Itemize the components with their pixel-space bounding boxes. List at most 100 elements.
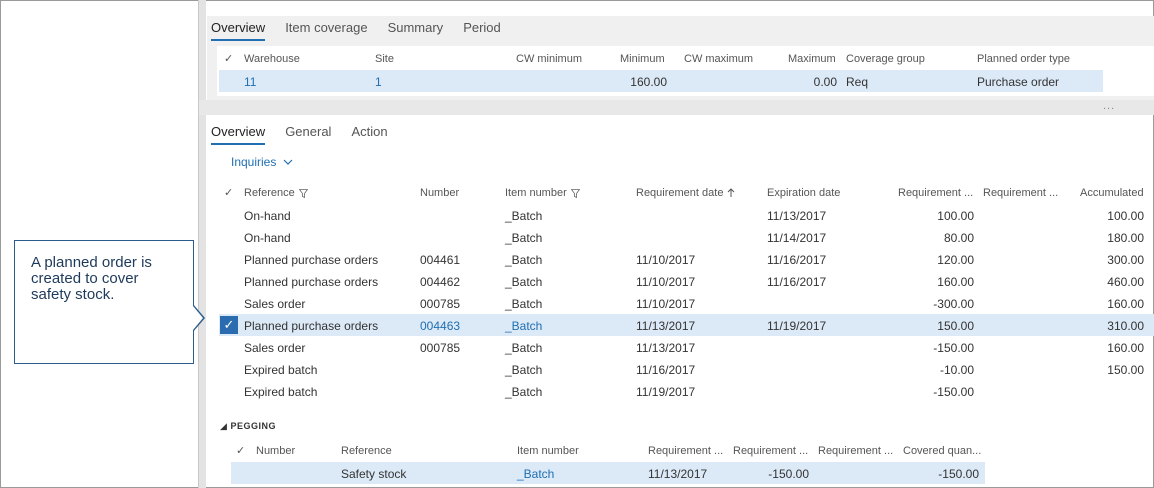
tab-item-coverage[interactable]: Item coverage (285, 20, 367, 41)
peg-col-requirement-date[interactable]: Requirement ... (648, 445, 723, 457)
filter-icon[interactable] (298, 188, 308, 198)
col-number[interactable]: Number (420, 187, 459, 199)
cell-reference: Planned purchase orders (244, 253, 379, 267)
peg-col-item-number[interactable]: Item number (517, 445, 579, 457)
cell-number: 000785 (420, 341, 461, 355)
col-coverage-group[interactable]: Coverage group (846, 53, 925, 65)
peg-requirement-date-value: 11/13/2017 (648, 467, 708, 481)
cell-requirement-date: 11/13/2017 (636, 319, 696, 333)
cell-accumulated: 150.00 (1107, 363, 1144, 377)
callout-text: A planned order is created to cover safe… (31, 254, 152, 303)
cell-reference: Sales order (244, 341, 306, 355)
cell-accumulated: 300.00 (1107, 253, 1144, 267)
col-requirement-date[interactable]: Requirement date (636, 187, 735, 199)
row-selected-check-icon[interactable]: ✓ (220, 316, 238, 334)
col-planned-order-type[interactable]: Planned order type (977, 53, 1070, 65)
cell-requirement-qty: 150.00 (937, 319, 974, 333)
cell-item-number: _Batch (505, 341, 543, 355)
filter-icon[interactable] (570, 188, 580, 198)
peg-col-number[interactable]: Number (256, 445, 295, 457)
cell-item-number: _Batch (505, 363, 543, 377)
inquiries-menu[interactable]: Inquiries (231, 155, 293, 169)
col-maximum[interactable]: Maximum (788, 53, 836, 65)
cell-expiration-date: 11/14/2017 (767, 231, 827, 245)
cell-requirement-qty: 100.00 (937, 209, 974, 223)
col-cw-minimum[interactable]: CW minimum (516, 53, 582, 65)
cell-expiration-date: 11/16/2017 (767, 275, 827, 289)
cell-item-number: _Batch (505, 253, 543, 267)
col-requirement-2[interactable]: Requirement ... (983, 187, 1058, 199)
cell-reference: On-hand (244, 231, 291, 245)
cell-requirement-qty: -300.00 (933, 297, 974, 311)
cell-requirement-date: 11/10/2017 (636, 253, 696, 267)
cell-requirement-date: 11/10/2017 (636, 275, 696, 289)
peg-reference-value: Safety stock (341, 467, 407, 481)
peg-col-requirement-3[interactable]: Requirement ... (818, 445, 893, 457)
cell-requirement-date: 11/10/2017 (636, 297, 696, 311)
cell-item-number: _Batch (505, 297, 543, 311)
col-cw-maximum[interactable]: CW maximum (684, 53, 753, 65)
select-all-check-icon[interactable]: ✓ (224, 52, 233, 65)
annotation-callout: A planned order is created to cover safe… (14, 240, 194, 364)
tab-general[interactable]: General (285, 124, 331, 145)
cell-reference: Planned purchase orders (244, 319, 379, 333)
cell-accumulated: 310.00 (1107, 319, 1144, 333)
col-requirement-qty[interactable]: Requirement ... (898, 187, 973, 199)
cell-item-number[interactable]: _Batch (505, 319, 542, 333)
cell-requirement-qty: 120.00 (937, 253, 974, 267)
cell-expiration-date: 11/16/2017 (767, 253, 827, 267)
peg-col-reference[interactable]: Reference (341, 445, 392, 457)
select-all-pegging-check-icon[interactable]: ✓ (236, 444, 245, 457)
cell-number: 000785 (420, 297, 461, 311)
cell-number: 004461 (420, 253, 461, 267)
maximum-value: 0.00 (813, 75, 837, 89)
cell-requirement-date: 11/16/2017 (636, 363, 696, 377)
col-accumulated[interactable]: Accumulated (1080, 187, 1144, 199)
col-minimum[interactable]: Minimum (620, 53, 665, 65)
cell-item-number: _Batch (505, 209, 543, 223)
select-all-transactions-check-icon[interactable]: ✓ (224, 186, 233, 199)
cell-expiration-date: 11/19/2017 (767, 319, 827, 333)
peg-col-requirement-qty[interactable]: Requirement ... (733, 445, 808, 457)
cell-expiration-date: 11/13/2017 (767, 209, 827, 223)
warehouse-value[interactable]: 11 (244, 75, 256, 89)
section-separator (199, 100, 1154, 115)
tab-summary[interactable]: Summary (388, 20, 444, 41)
planned-order-type-value: Purchase order (977, 75, 1060, 89)
tab-period[interactable]: Period (463, 20, 501, 41)
pegging-title: PEGGING (230, 421, 276, 431)
cell-requirement-qty: 80.00 (943, 231, 974, 245)
inquiries-label: Inquiries (231, 155, 277, 169)
pegging-section-header[interactable]: ◢ PEGGING (220, 421, 276, 432)
cell-item-number: _Batch (505, 231, 543, 245)
callout-pointer-fill (193, 306, 203, 330)
peg-requirement-qty-value: -150.00 (768, 467, 809, 481)
cell-reference: On-hand (244, 209, 291, 223)
peg-item-number-link[interactable]: _Batch (517, 467, 554, 481)
cell-accumulated: 100.00 (1107, 209, 1144, 223)
chevron-down-icon (283, 159, 293, 165)
cell-requirement-date: 11/13/2017 (636, 341, 696, 355)
lower-tabs: Overview General Action (211, 124, 408, 145)
col-item-number[interactable]: Item number (505, 187, 580, 199)
col-site[interactable]: Site (375, 53, 394, 65)
cell-requirement-qty: -10.00 (939, 363, 974, 377)
sort-ascending-icon[interactable] (727, 188, 735, 198)
more-options-icon[interactable]: ... (1103, 100, 1115, 112)
tab-overview[interactable]: Overview (211, 20, 266, 41)
left-gutter (199, 0, 206, 488)
cell-number[interactable]: 004463 (420, 319, 460, 333)
cell-number: 004462 (420, 275, 461, 289)
cell-reference: Expired batch (244, 363, 318, 377)
col-expiration-date[interactable]: Expiration date (767, 187, 840, 199)
tab-action[interactable]: Action (351, 124, 387, 145)
cell-item-number: _Batch (505, 275, 543, 289)
col-reference[interactable]: Reference (244, 187, 308, 199)
collapse-triangle-icon[interactable]: ◢ (220, 421, 227, 431)
tab-overview-lower[interactable]: Overview (211, 124, 266, 145)
site-value[interactable]: 1 (375, 75, 382, 89)
cell-accumulated: 460.00 (1107, 275, 1144, 289)
col-warehouse[interactable]: Warehouse (244, 53, 300, 65)
peg-col-covered-qty[interactable]: Covered quan... (903, 445, 981, 457)
peg-covered-qty-value: -150.00 (938, 467, 979, 481)
